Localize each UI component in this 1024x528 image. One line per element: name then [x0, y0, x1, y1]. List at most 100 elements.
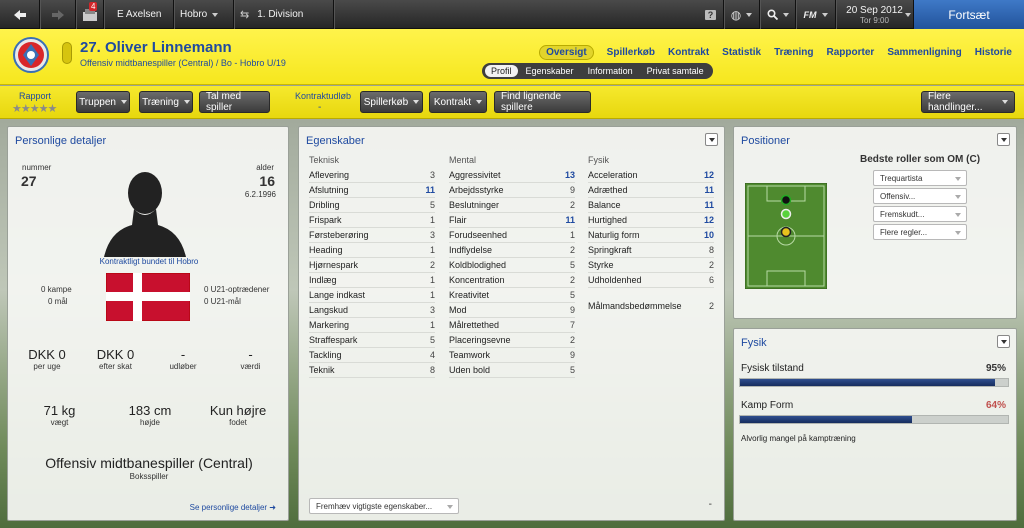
goalkeeper-rating-row: Målmandsbedømmelse 2 — [588, 298, 714, 313]
attribute-name: Straffespark — [309, 335, 358, 345]
continue-button[interactable]: Fortsæt — [914, 0, 1024, 29]
attribute-row: Heading 1 — [309, 243, 435, 258]
attribute-row: Adræthed 11 — [588, 183, 714, 198]
role-indicator[interactable] — [62, 42, 72, 64]
attribute-value: 10 — [703, 230, 714, 240]
attribute-row: Førsteberøring 3 — [309, 228, 435, 243]
subtab-information[interactable]: Information — [582, 65, 639, 77]
attribute-row: Markering 1 — [309, 318, 435, 333]
attribute-value: 2 — [569, 200, 575, 210]
role-dropdown-2[interactable]: Offensiv... — [873, 188, 967, 204]
manager-name: E Axelsen — [117, 9, 162, 20]
chevron-down-icon — [447, 505, 453, 509]
attribute-name: Afslutning — [309, 185, 349, 195]
position-pitch-icon[interactable] — [745, 183, 827, 289]
attribute-value: 6 — [708, 275, 714, 285]
chevron-down-icon — [821, 12, 828, 17]
highlight-attributes-dropdown[interactable]: Fremhæv vigtigste egenskaber... — [309, 498, 459, 514]
attribute-name: Heading — [309, 245, 343, 255]
attribute-name: Arbejdsstyrke — [449, 185, 504, 195]
kontrakt-button[interactable]: Kontrakt — [429, 91, 487, 113]
attribute-name: Uden bold — [449, 365, 491, 375]
traening-button[interactable]: Træning — [139, 91, 193, 113]
role-4-label: Flere regler... — [880, 228, 928, 237]
forward-button[interactable] — [40, 0, 76, 29]
subtab-profil[interactable]: Profil — [485, 65, 518, 77]
tab-rapporter[interactable]: Rapporter — [827, 47, 875, 58]
contract-expiry-value: - — [318, 102, 322, 113]
attribute-name: Adræthed — [588, 185, 628, 195]
panel-menu-button[interactable] — [997, 335, 1010, 348]
manager-menu[interactable]: E Axelsen — [104, 0, 174, 29]
tab-oversigt[interactable]: Oversigt — [539, 45, 594, 60]
sub-menu: Profil Egenskaber Information Privat sam… — [482, 63, 713, 79]
role-dropdown-1[interactable]: Trequartista — [873, 170, 967, 186]
role-dropdown-3[interactable]: Fremskudt... — [873, 206, 967, 222]
attribute-row: Målrettethed 7 — [449, 318, 575, 333]
fm-menu[interactable]: FM — [796, 0, 836, 29]
attribute-value: 13 — [564, 170, 575, 180]
tab-spillerkob[interactable]: Spillerkøb — [607, 47, 655, 58]
attribute-value: 8 — [708, 245, 714, 255]
wage-after-tax-label: efter skat — [99, 362, 132, 371]
chevron-down-icon — [955, 231, 961, 235]
tab-historie[interactable]: Historie — [975, 47, 1012, 58]
talk-button[interactable]: Tal med spiller — [199, 91, 270, 113]
player-silhouette-icon — [104, 172, 186, 257]
search-icon — [766, 9, 778, 20]
match-form-label: Kamp Form — [741, 400, 794, 411]
preferred-foot: Kun højre — [209, 403, 267, 418]
chevron-down-icon — [212, 12, 219, 17]
attribute-row: Arbejdsstyrke 9 — [449, 183, 575, 198]
attribute-value: 11 — [425, 185, 435, 195]
attribute-name: Målrettethed — [449, 320, 500, 330]
club-menu[interactable]: Hobro — [174, 0, 234, 29]
attribute-row: Placeringsevne 2 — [449, 333, 575, 348]
panel-menu-button[interactable] — [997, 133, 1010, 146]
match-form-value: 64% — [985, 400, 1006, 411]
attribute-value: 2 — [569, 275, 575, 285]
player-header: 27. Oliver Linnemann Offensiv midtbanesp… — [0, 29, 1024, 85]
date-display[interactable]: 20 Sep 2012 Tor 9:00 — [836, 0, 914, 29]
attribute-row: Aggressivitet 13 — [449, 168, 575, 183]
u21-goals: 0 U21-mål — [204, 297, 241, 306]
tab-statistik[interactable]: Statistik — [722, 47, 761, 58]
search-menu[interactable] — [760, 0, 796, 29]
contract-status-link[interactable]: Kontraktligt bundet til Hobro — [8, 257, 290, 266]
spillerkob-button[interactable]: Spillerkøb — [360, 91, 423, 113]
attribute-name: Koncentration — [449, 275, 505, 285]
attribute-row: Forudseenhed 1 — [449, 228, 575, 243]
league-menu[interactable]: ⇆ 1. Division — [234, 0, 334, 29]
tab-traening[interactable]: Træning — [774, 47, 813, 58]
tab-kontrakt[interactable]: Kontrakt — [668, 47, 709, 58]
attribute-row: Springkraft 8 — [588, 243, 714, 258]
more-personal-link[interactable]: Se personlige detaljer ➜ — [190, 503, 276, 512]
back-button[interactable] — [0, 0, 40, 29]
attribute-row: Indflydelse 2 — [449, 243, 575, 258]
attribute-value: 12 — [703, 170, 714, 180]
condition-bar-fill — [740, 379, 995, 386]
more-actions-button[interactable]: Flere handlinger... — [921, 91, 1015, 113]
find-similar-button[interactable]: Find lignende spillere — [494, 91, 591, 113]
attribute-name: Mod — [449, 305, 467, 315]
panel-menu-button[interactable] — [705, 133, 718, 146]
attribute-value: 3 — [429, 170, 435, 180]
world-menu[interactable]: ◍ — [724, 0, 760, 29]
attribute-name: Koldblodighed — [449, 260, 507, 270]
attribute-row: Mod 9 — [449, 303, 575, 318]
tab-sammenligning[interactable]: Sammenligning — [887, 47, 961, 58]
chevron-down-icon — [120, 100, 127, 104]
subtab-egenskaber[interactable]: Egenskaber — [520, 65, 580, 77]
role-dropdown-4[interactable]: Flere regler... — [873, 224, 967, 240]
inbox-button[interactable]: 4 — [76, 0, 104, 29]
help-button[interactable]: ? — [698, 0, 724, 29]
attribute-row: Langskud 3 — [309, 303, 435, 318]
condition-bar — [739, 378, 1009, 387]
subtab-privat-samtale[interactable]: Privat samtale — [641, 65, 710, 77]
attribute-value: 11 — [704, 200, 714, 210]
attribute-value: 2 — [569, 335, 575, 345]
truppen-button[interactable]: Truppen — [76, 91, 130, 113]
position-name: Offensiv midtbanespiller (Central) — [45, 455, 253, 471]
weight: 71 kg — [43, 403, 76, 418]
attributes-footer-dash: - — [708, 499, 712, 510]
